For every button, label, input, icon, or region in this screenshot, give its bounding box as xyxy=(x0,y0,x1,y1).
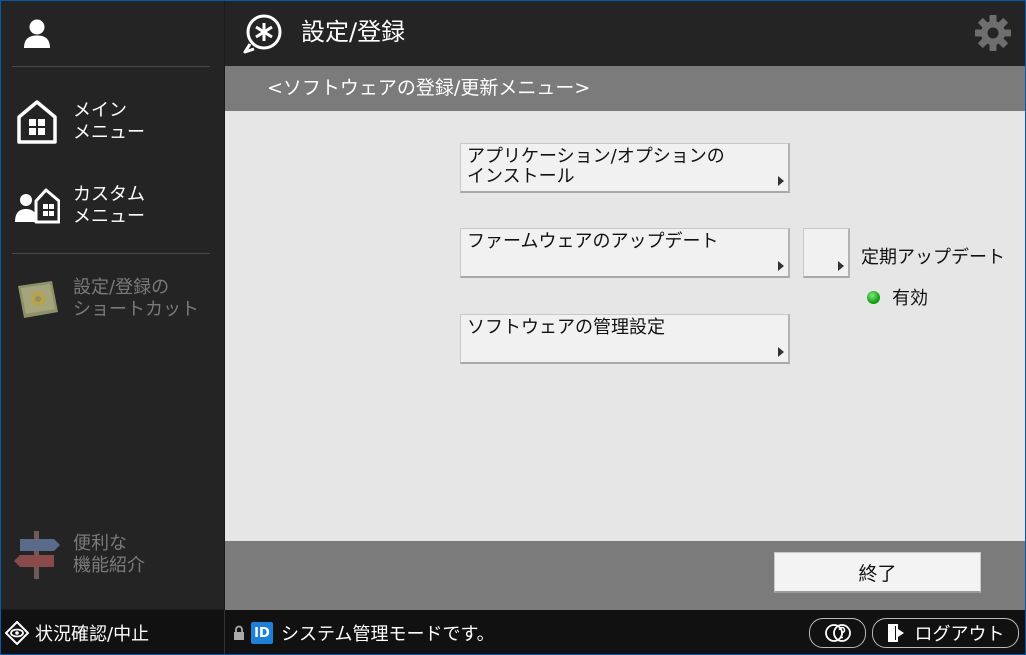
status-monitor-icon xyxy=(5,621,29,645)
arrow-right-icon xyxy=(778,261,784,271)
button-label: ソフトウェアの管理設定 xyxy=(467,317,665,338)
header: 設定/登録 xyxy=(225,1,1025,66)
sidebar: メイン メニュー カスタム メニュー 設定/登録の ショートカット 便利な 機能… xyxy=(1,1,224,609)
user-home-icon xyxy=(11,180,63,232)
sidebar-divider xyxy=(12,66,210,67)
periodic-update-status: 有効 xyxy=(867,284,928,310)
id-badge-icon: ID xyxy=(251,622,273,644)
home-icon xyxy=(11,96,63,148)
subheader-title: <ソフトウェアの登録/更新メニュー> xyxy=(267,77,591,99)
button-label: アプリケーション/オプションの インストール xyxy=(467,146,725,187)
sidebar-item-main-menu[interactable]: メイン メニュー xyxy=(11,87,216,157)
sidebar-item-custom-menu[interactable]: カスタム メニュー xyxy=(11,171,216,241)
periodic-update-button[interactable] xyxy=(803,228,850,278)
install-app-option-button[interactable]: アプリケーション/オプションの インストール xyxy=(460,143,790,193)
settings-shortcut-icon xyxy=(11,273,63,325)
status-monitor-button[interactable]: 状況確認/中止 xyxy=(5,620,149,646)
sidebar-item-label: メイン メニュー xyxy=(73,100,145,143)
arrow-right-icon xyxy=(838,261,844,271)
lock-icon xyxy=(234,625,244,640)
page-title: 設定/登録 xyxy=(301,18,406,46)
logout-button[interactable]: ログアウト xyxy=(872,618,1019,648)
logout-label: ログアウト xyxy=(914,624,1005,645)
subheader-bar: <ソフトウェアの登録/更新メニュー> xyxy=(225,66,1025,111)
software-management-settings-button[interactable]: ソフトウェアの管理設定 xyxy=(460,314,790,364)
bottom-action-bar: 終了 xyxy=(225,541,1025,610)
status-message-text: システム管理モードです。 xyxy=(281,624,495,645)
help-button[interactable] xyxy=(809,618,866,648)
status-dot-icon xyxy=(867,290,880,304)
status-text: 有効 xyxy=(892,288,928,309)
logout-icon xyxy=(887,624,904,642)
arrow-right-icon xyxy=(778,176,784,186)
firmware-update-button[interactable]: ファームウェアのアップデート xyxy=(460,228,790,278)
main-panel: アプリケーション/オプションの インストール ファームウェアのアップデート 定期… xyxy=(225,111,1025,541)
user-icon[interactable] xyxy=(13,9,61,59)
status-bar-divider xyxy=(224,610,225,654)
sidebar-item-label: カスタム メニュー xyxy=(73,184,145,227)
status-message: ID システム管理モードです。 xyxy=(233,620,495,646)
arrow-right-icon xyxy=(778,347,784,357)
sidebar-item-settings-shortcut[interactable]: 設定/登録の ショートカット xyxy=(11,264,216,334)
periodic-update-label: 定期アップデート xyxy=(861,247,1005,268)
sidebar-item-label: 便利な 機能紹介 xyxy=(73,533,145,576)
sidebar-item-useful-features[interactable]: 便利な 機能紹介 xyxy=(11,520,216,590)
status-monitor-label: 状況確認/中止 xyxy=(35,624,150,645)
status-bar: 状況確認/中止 ID システム管理モードです。 ログアウト xyxy=(1,610,1025,654)
signpost-icon xyxy=(11,529,63,581)
settings-registration-icon xyxy=(243,14,282,54)
button-label: ファームウェアのアップデート xyxy=(467,231,719,252)
sidebar-item-label: 設定/登録の ショートカット xyxy=(73,277,199,320)
help-icon xyxy=(824,624,851,642)
sidebar-divider xyxy=(12,253,210,254)
gear-icon[interactable] xyxy=(973,13,1013,53)
end-button[interactable]: 終了 xyxy=(774,552,981,593)
